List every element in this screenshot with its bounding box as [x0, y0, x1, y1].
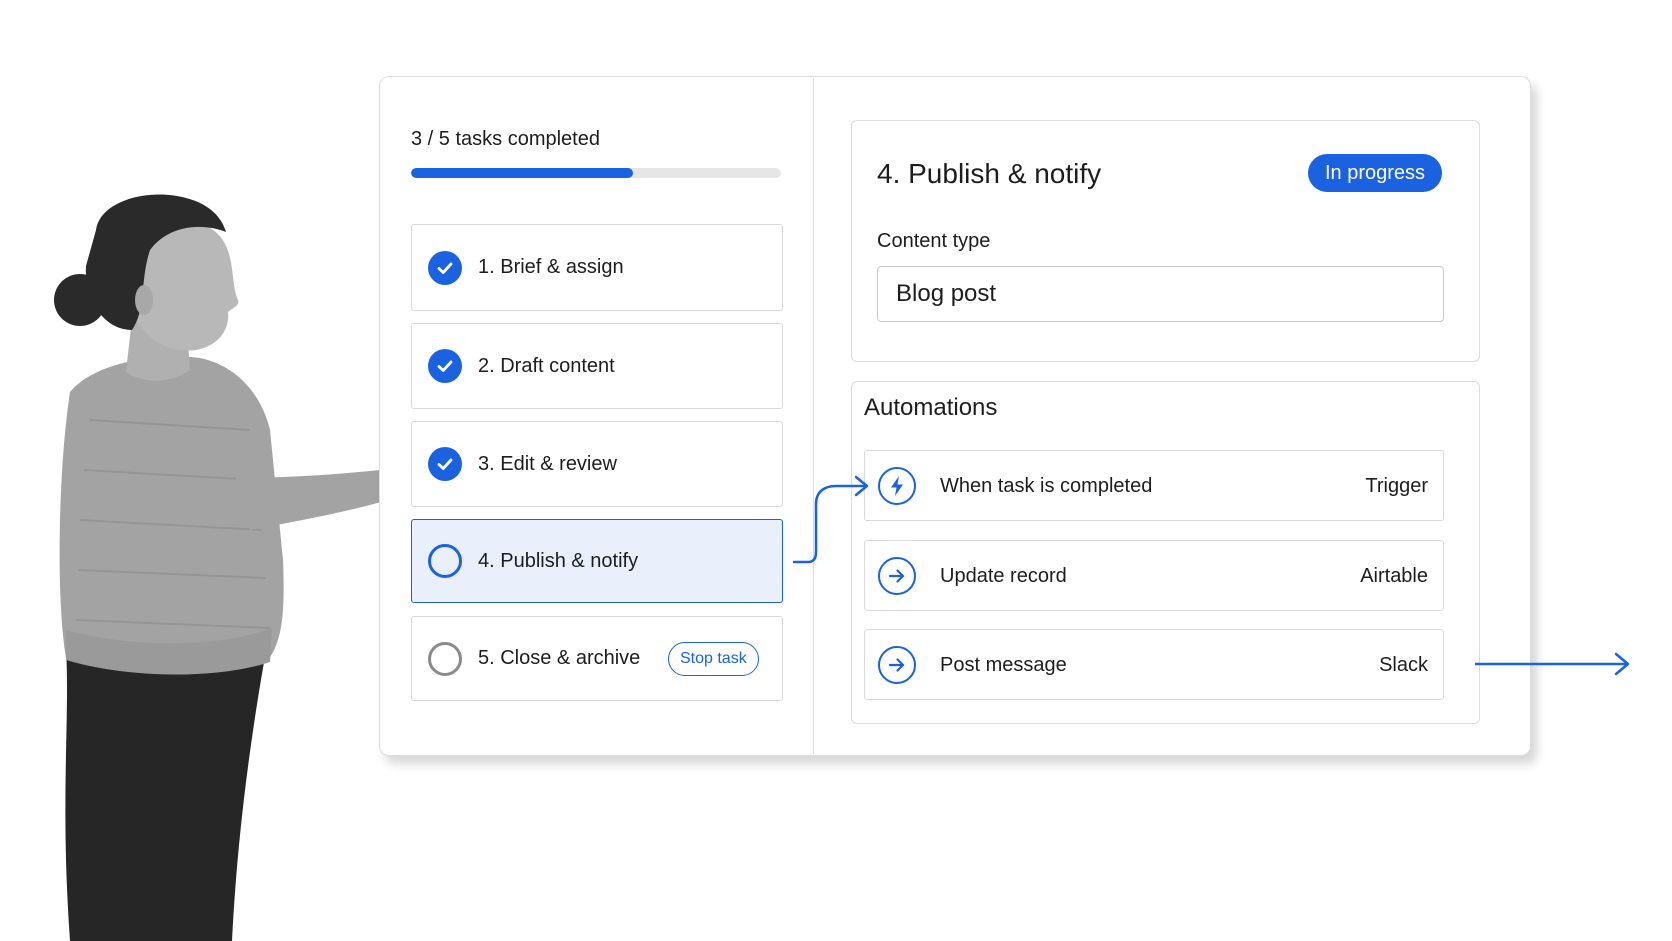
automation-service: Slack [1379, 654, 1428, 676]
empty-circle-icon [428, 641, 462, 676]
content-type-label: Content type [877, 230, 991, 252]
status-badge: In progress [1308, 154, 1443, 192]
automation-label: When task is completed [940, 475, 1153, 497]
task-item-1[interactable]: 1. Brief & assign [411, 224, 783, 311]
arrow-right-icon [878, 557, 916, 595]
automation-label: Post message [940, 654, 1067, 676]
task-label: 3. Edit & review [478, 452, 617, 475]
task-label: 4. Publish & notify [478, 549, 639, 572]
automation-service: Trigger [1365, 475, 1428, 497]
detail-title: 4. Publish & notify [877, 158, 1102, 189]
task-item-2[interactable]: 2. Draft content [411, 323, 783, 409]
checkmark-icon [428, 447, 462, 481]
automation-row-airtable[interactable]: Update record Airtable [864, 540, 1444, 611]
arrow-right-icon [878, 646, 916, 684]
automation-row-slack[interactable]: Post message Slack [864, 629, 1444, 700]
task-label: 1. Brief & assign [478, 256, 624, 278]
automations-title: Automations [864, 394, 998, 421]
checkmark-icon [428, 349, 462, 383]
stop-task-button[interactable]: Stop task [668, 641, 759, 676]
task-item-3[interactable]: 3. Edit & review [411, 421, 783, 507]
lightning-bolt-icon [878, 467, 916, 505]
content-type-field[interactable] [877, 266, 1444, 322]
automation-service: Airtable [1360, 565, 1428, 587]
task-item-5[interactable]: 5. Close & archive Stop task [411, 616, 783, 701]
automation-label: Update record [940, 565, 1067, 587]
task-label: 5. Close & archive [478, 647, 641, 669]
task-item-4[interactable]: 4. Publish & notify [411, 519, 783, 603]
task-label: 2. Draft content [478, 354, 615, 377]
progress-label: 3 / 5 tasks completed [411, 128, 600, 150]
panel-divider [813, 78, 814, 754]
checkmark-icon [428, 250, 462, 285]
empty-circle-icon [428, 544, 462, 578]
outgoing-arrowhead-icon [1614, 652, 1630, 676]
progress-bar-fill [411, 168, 633, 178]
automation-row-trigger[interactable]: When task is completed Trigger [864, 450, 1444, 521]
progress-bar [411, 168, 781, 178]
